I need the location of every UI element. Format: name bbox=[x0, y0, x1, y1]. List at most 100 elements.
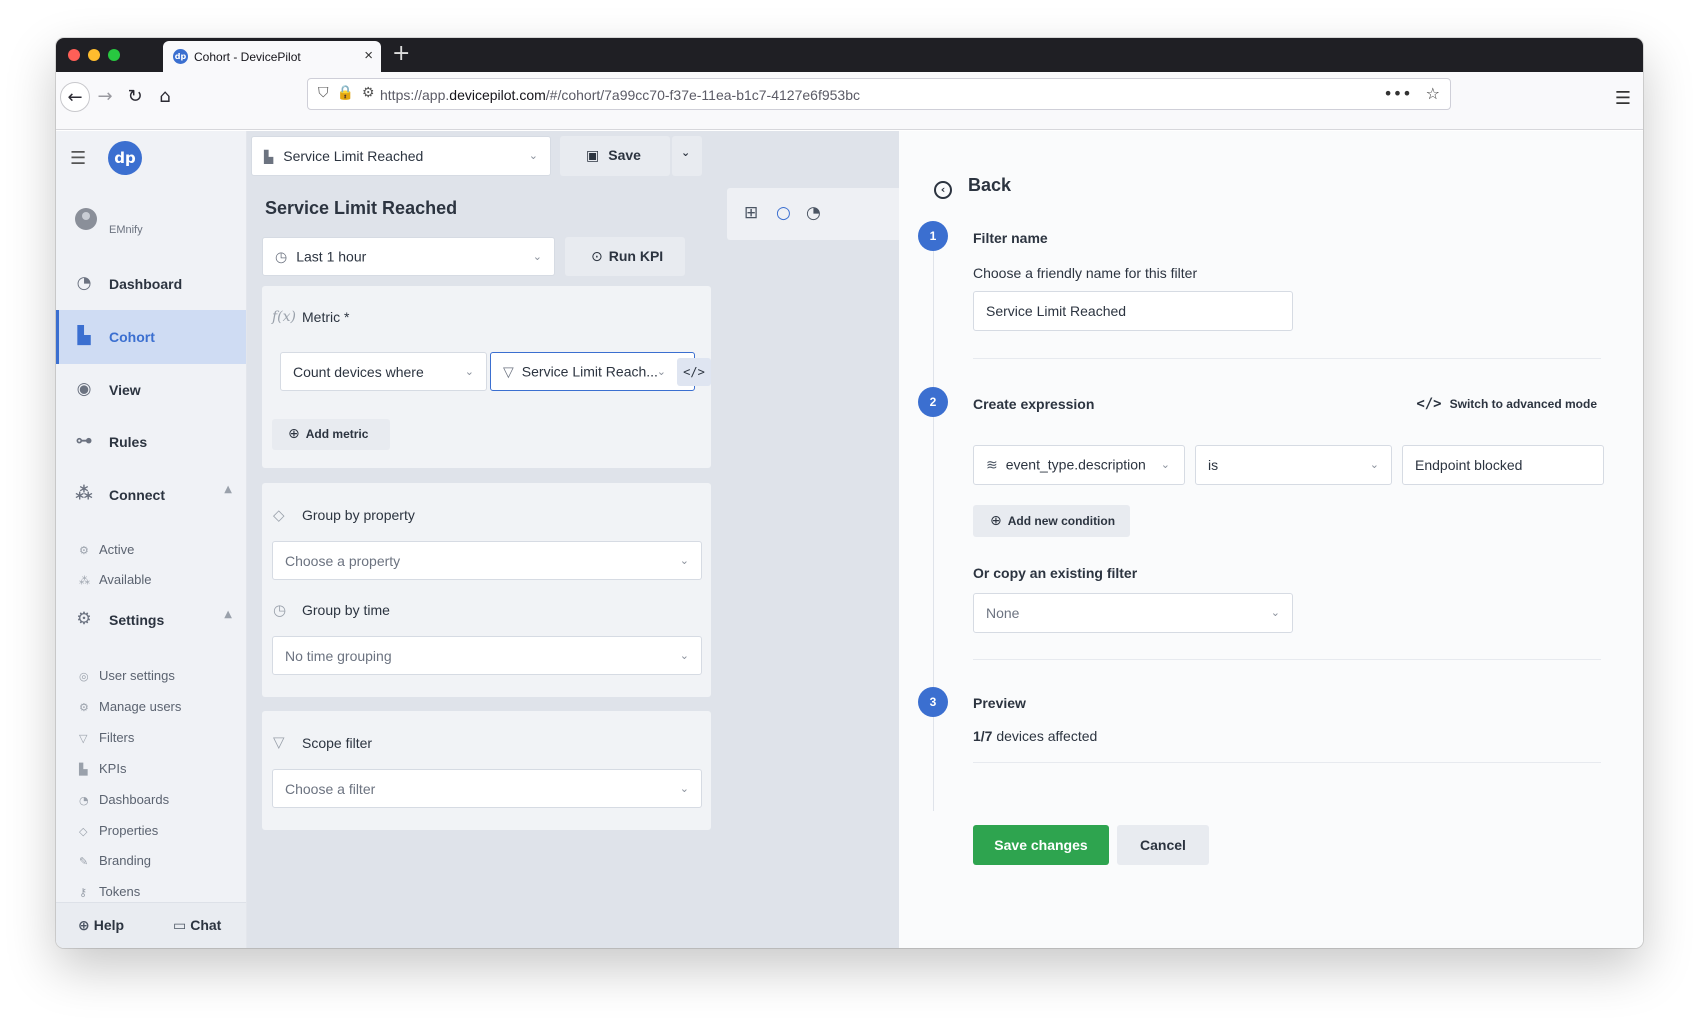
sidebar-subitem-available[interactable]: ⁂ Available bbox=[79, 572, 152, 587]
more-actions-icon[interactable]: ••• bbox=[1383, 84, 1411, 103]
metric-count-select[interactable]: Count devices where ⌄ bbox=[280, 352, 487, 391]
metric-filter-select[interactable]: ▽ Service Limit Reach... ⌄ bbox=[490, 352, 695, 391]
chevron-down-icon: ⌄ bbox=[1270, 605, 1280, 619]
advanced-mode-link[interactable]: </> Switch to advanced mode bbox=[1416, 396, 1597, 412]
filter-name-input[interactable]: Service Limit Reached bbox=[973, 291, 1293, 331]
user-circle-icon: ◎ bbox=[79, 670, 89, 683]
kpi-select[interactable]: ▙ Service Limit Reached ⌄ bbox=[251, 136, 551, 176]
preview-result: 1/7 devices affected bbox=[973, 728, 1098, 744]
bookmark-star-icon[interactable]: ☆ bbox=[1426, 84, 1440, 103]
sidebar-subitem-filters[interactable]: ▽ Filters bbox=[79, 730, 134, 745]
filter-icon: ▽ bbox=[273, 733, 285, 751]
sidebar-subitem-user-settings[interactable]: ◎ User settings bbox=[79, 668, 175, 683]
cancel-button[interactable]: Cancel bbox=[1117, 825, 1209, 865]
divider bbox=[973, 762, 1601, 763]
sidebar-item-rules[interactable]: ⊶ Rules bbox=[56, 415, 246, 469]
url-bar[interactable]: ⛉🔒⚙ https://app.devicepilot.com/#/cohort… bbox=[307, 78, 1451, 110]
divider bbox=[973, 358, 1601, 359]
copy-filter-title: Or copy an existing filter bbox=[973, 565, 1138, 581]
group-by-property-select[interactable]: Choose a property ⌄ bbox=[272, 541, 702, 580]
forward-arrow-icon[interactable]: → bbox=[90, 82, 120, 112]
function-icon: f(x) bbox=[272, 309, 297, 325]
devicepilot-logo[interactable]: dp bbox=[108, 141, 142, 175]
back-button[interactable]: ‹ Back bbox=[934, 175, 1011, 199]
code-icon: </> bbox=[1416, 396, 1442, 412]
save-changes-button[interactable]: Save changes bbox=[973, 825, 1109, 865]
sidebar-subitem-kpis[interactable]: ▙ KPIs bbox=[79, 761, 126, 776]
table-icon[interactable]: ⊞ bbox=[744, 203, 758, 223]
scope-filter-label: Scope filter bbox=[302, 735, 373, 751]
add-metric-button[interactable]: ⊕ Add metric bbox=[272, 419, 390, 450]
sidebar-subitem-tokens[interactable]: ⚷ Tokens bbox=[79, 884, 140, 899]
new-tab-button[interactable]: + bbox=[392, 41, 410, 66]
group-by-time-label: Group by time bbox=[302, 602, 390, 618]
sidebar-subitem-manage-users[interactable]: ⚙ Manage users bbox=[79, 699, 181, 714]
filter-icon: ▽ bbox=[79, 732, 88, 745]
sidebar-subitem-active[interactable]: ⚙ Active bbox=[79, 542, 134, 557]
url-actions: ••• ☆ bbox=[1383, 84, 1440, 103]
sidebar-toggle-icon[interactable]: ☰ bbox=[70, 148, 86, 169]
app: ☰ dp EMnify ◔ Dashboard ▙ Cohort ◉ View … bbox=[56, 131, 1643, 948]
url-text: https://app.devicepilot.com/#/cohort/7a9… bbox=[380, 87, 860, 103]
expression-property-select[interactable]: ≋ event_type.description ⌄ bbox=[973, 445, 1185, 485]
filter-icon: ▽ bbox=[503, 364, 514, 380]
page-title: Service Limit Reached bbox=[265, 198, 458, 218]
chevron-up-icon: ▲ bbox=[224, 484, 232, 495]
reload-icon[interactable]: ↻ bbox=[120, 82, 150, 112]
devicepilot-favicon-icon: dp bbox=[173, 49, 188, 64]
chevron-down-icon: ⌄ bbox=[528, 148, 538, 162]
sidebar-item-cohort[interactable]: ▙ Cohort bbox=[56, 310, 246, 364]
back-arrow-icon[interactable]: ← bbox=[60, 82, 90, 112]
expression-operator-select[interactable]: is ⌄ bbox=[1195, 445, 1392, 485]
clock-icon: ◷ bbox=[275, 249, 288, 265]
home-icon[interactable]: ⌂ bbox=[150, 82, 180, 112]
close-window-button[interactable] bbox=[68, 49, 80, 61]
clock-icon: ◷ bbox=[273, 601, 287, 619]
metric-card: f(x) Metric * Count devices where ⌄ ▽ Ser… bbox=[262, 286, 711, 468]
key-icon: ⚷ bbox=[79, 886, 88, 899]
save-button[interactable]: ▣ Save bbox=[560, 136, 670, 176]
time-range-select[interactable]: ◷ Last 1 hour ⌄ bbox=[262, 237, 555, 276]
sidebar-item-dashboard[interactable]: ◔ Dashboard bbox=[56, 257, 246, 311]
step-badge: 3 bbox=[918, 687, 948, 717]
run-kpi-button[interactable]: ⊙ Run KPI bbox=[565, 237, 685, 276]
chevron-down-icon: ⌄ bbox=[464, 364, 474, 378]
add-condition-button[interactable]: ⊕ Add new condition bbox=[973, 505, 1130, 537]
flow-icon: ⊶ bbox=[75, 431, 93, 451]
grouping-card: ◇ Group by property Choose a property ⌄ … bbox=[262, 483, 711, 697]
chat-icon: ▭ bbox=[173, 918, 187, 934]
user-name: EMnify bbox=[109, 224, 143, 236]
chevron-down-icon: ⌄ bbox=[1369, 457, 1379, 471]
minimize-window-button[interactable] bbox=[88, 49, 100, 61]
close-tab-icon[interactable]: × bbox=[364, 47, 373, 64]
circle-icon[interactable]: ○ bbox=[776, 203, 791, 223]
help-button[interactable]: ⊕ Help bbox=[78, 917, 124, 934]
gauge-icon: ◔ bbox=[76, 273, 92, 293]
copy-filter-select[interactable]: None ⌄ bbox=[973, 593, 1293, 633]
sidebar-item-settings[interactable]: ⚙ Settings ▲ bbox=[56, 593, 246, 647]
site-security-icons[interactable]: ⛉🔒⚙ bbox=[318, 85, 382, 101]
play-circle-icon: ⊙ bbox=[591, 249, 603, 265]
sidebar-subitem-dashboards[interactable]: ◔ Dashboards bbox=[79, 792, 169, 807]
gauge-icon[interactable]: ◔ bbox=[806, 203, 821, 223]
network-icon: ⁂ bbox=[75, 484, 93, 504]
scope-filter-select[interactable]: Choose a filter ⌄ bbox=[272, 769, 702, 808]
save-options-button[interactable]: ⌄ bbox=[672, 136, 702, 176]
expression-value-input[interactable]: Endpoint blocked bbox=[1402, 445, 1604, 485]
add-condition-label: ⊕ Add new condition bbox=[990, 513, 1116, 529]
sidebar-item-connect[interactable]: ⁂ Connect ▲ bbox=[56, 468, 246, 522]
browser-tab[interactable]: dp Cohort - DevicePilot × bbox=[163, 41, 381, 72]
tag-icon: ◇ bbox=[79, 825, 88, 838]
chevron-down-icon: ⌄ bbox=[679, 781, 689, 795]
sidebar-subitem-branding[interactable]: ✎ Branding bbox=[79, 853, 151, 868]
gauge-icon: ◔ bbox=[79, 794, 89, 807]
maximize-window-button[interactable] bbox=[108, 49, 120, 61]
sidebar-item-view[interactable]: ◉ View bbox=[56, 363, 246, 417]
group-by-time-select[interactable]: No time grouping ⌄ bbox=[272, 636, 702, 675]
sidebar-subitem-properties[interactable]: ◇ Properties bbox=[79, 823, 158, 838]
chat-button[interactable]: ▭ Chat bbox=[173, 917, 221, 934]
code-icon[interactable]: </> bbox=[677, 358, 711, 386]
preview-title: Preview bbox=[973, 695, 1026, 711]
browser-menu-icon[interactable]: ☰ bbox=[1615, 88, 1631, 109]
avatar[interactable] bbox=[75, 208, 97, 230]
